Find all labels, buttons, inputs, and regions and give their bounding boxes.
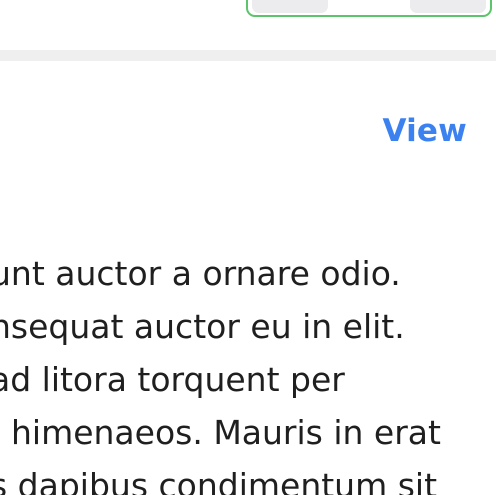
section-divider bbox=[0, 50, 496, 61]
body-line: . himenaeos. Mauris in erat bbox=[0, 413, 441, 452]
segment-option-left[interactable] bbox=[252, 0, 328, 13]
content-card: View unt auctor a ornare odio. nsequat a… bbox=[0, 61, 496, 495]
body-line: ad litora torquent per bbox=[0, 360, 345, 399]
body-line: unt auctor a ornare odio. bbox=[0, 254, 401, 293]
body-paragraph: unt auctor a ornare odio. nsequat auctor… bbox=[0, 247, 496, 495]
body-line: s dapibus condimentum sit bbox=[0, 466, 438, 495]
body-line: nsequat auctor eu in elit. bbox=[0, 307, 405, 346]
top-toolbar bbox=[0, 0, 496, 50]
segmented-control[interactable] bbox=[246, 0, 492, 17]
page: View unt auctor a ornare odio. nsequat a… bbox=[0, 0, 496, 495]
segment-option-right[interactable] bbox=[410, 0, 486, 13]
view-link[interactable]: View bbox=[382, 113, 467, 149]
